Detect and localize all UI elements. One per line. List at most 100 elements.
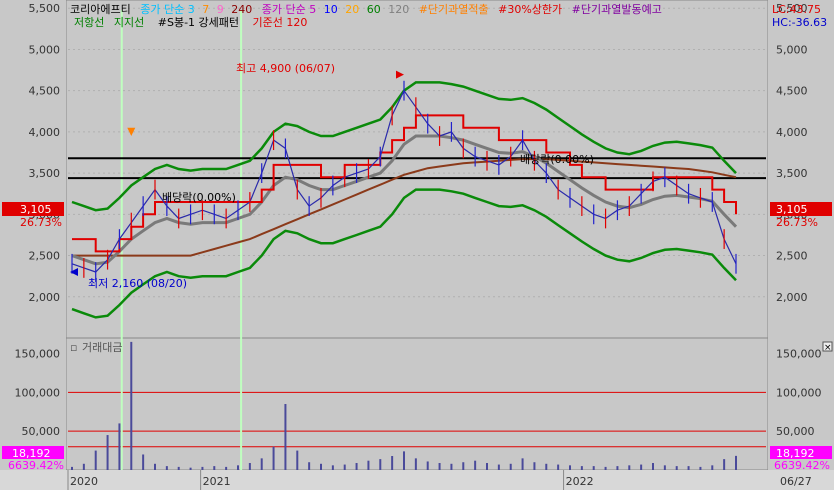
volume-bar bbox=[545, 463, 548, 470]
volume-bar bbox=[391, 456, 394, 470]
volume-bar bbox=[367, 460, 370, 470]
volume-bar bbox=[438, 463, 441, 470]
close-icon[interactable]: × bbox=[824, 343, 832, 353]
volume-bar bbox=[355, 463, 358, 470]
volume-tick-label-right: 50,000 bbox=[776, 425, 815, 438]
volume-tick-label-left: 150,000 bbox=[15, 348, 61, 361]
legend-ma240: 240 bbox=[231, 3, 252, 16]
price-tick-label-right: 4,000 bbox=[776, 126, 808, 139]
price-tick-label-right: 2,000 bbox=[776, 291, 808, 304]
volume-bar bbox=[272, 446, 275, 470]
volume-bar bbox=[616, 466, 619, 470]
volume-bar bbox=[213, 466, 216, 470]
volume-bar bbox=[248, 463, 251, 470]
volume-bar bbox=[106, 435, 109, 470]
dividend-annotation-1: 배당락(0.00%) bbox=[162, 191, 236, 204]
legend-ma9: 9 bbox=[217, 3, 224, 16]
volume-bar bbox=[486, 463, 488, 470]
volume-bar bbox=[663, 465, 666, 470]
legend-pattern: #S봉-1 강세패턴 bbox=[158, 16, 239, 29]
legend-baseline: 기준선 120 bbox=[253, 16, 308, 29]
volume-bar bbox=[509, 463, 512, 470]
price-tick-label-left: 3,500 bbox=[29, 167, 61, 180]
volume-bar bbox=[652, 463, 654, 470]
volume-bar bbox=[675, 466, 678, 470]
volume-bar bbox=[592, 466, 595, 470]
volume-bar bbox=[296, 450, 299, 470]
volume-bar bbox=[569, 465, 571, 470]
right-axis-area bbox=[768, 0, 834, 470]
price-tick-label-right: 5,000 bbox=[776, 43, 808, 56]
x-tick-label: 06/27 bbox=[780, 475, 812, 488]
price-tick-label-left: 5,500 bbox=[29, 2, 61, 15]
low-annotation: 최저 2,160 (08/20) bbox=[88, 277, 187, 290]
volume-title: 거래대금 bbox=[82, 341, 122, 354]
x-tick-label: 2021 bbox=[203, 475, 231, 488]
lc-readout: LC:43.75 bbox=[772, 3, 821, 16]
legend-ma10: 10 bbox=[324, 3, 338, 16]
dividend-annotation-2: 배당락(0.00%) bbox=[520, 153, 594, 166]
volume-tick-label-right: 100,000 bbox=[776, 386, 822, 399]
volume-bar bbox=[331, 465, 334, 470]
volume-badge-left-pct: 6639.42% bbox=[8, 459, 64, 472]
volume-bar bbox=[580, 466, 583, 470]
legend-resistance: 저항선 bbox=[74, 16, 104, 29]
volume-bar bbox=[711, 465, 714, 470]
volume-bar bbox=[462, 462, 465, 470]
volume-bar bbox=[450, 463, 453, 470]
volume-panel bbox=[65, 337, 769, 471]
hc-readout: HC:-36.63 bbox=[772, 16, 827, 29]
volume-bar bbox=[497, 464, 500, 470]
price-tick-label-left: 2,500 bbox=[29, 250, 61, 263]
volume-bar bbox=[94, 450, 97, 470]
x-axis-strip bbox=[0, 470, 834, 490]
legend-ma3: 종가 단순 3 bbox=[140, 3, 194, 16]
volume-badge-right-pct: 6639.42% bbox=[774, 459, 830, 472]
x-tick-label: 2022 bbox=[566, 475, 594, 488]
volume-bar bbox=[426, 461, 429, 470]
volume-bar bbox=[284, 404, 287, 470]
volume-bar bbox=[403, 451, 405, 470]
price-tick-label-left: 2,000 bbox=[29, 291, 61, 304]
legend-overheat-detect: #단기과열적출 bbox=[419, 3, 489, 16]
volume-tick-label-left: 100,000 bbox=[15, 386, 61, 399]
price-badge-left-value: 3,105 bbox=[20, 203, 52, 216]
volume-bar bbox=[533, 462, 536, 470]
volume-bar bbox=[414, 458, 417, 470]
volume-bar bbox=[260, 458, 263, 470]
legend-ma5: 종가 단순 5 bbox=[262, 3, 316, 16]
legend-ma120: 120 bbox=[388, 3, 409, 16]
volume-bar bbox=[320, 463, 322, 470]
volume-bar bbox=[723, 459, 726, 470]
legend-overheat-notice: #단기과열발동예고 bbox=[572, 3, 662, 16]
volume-tick-label-left: 50,000 bbox=[22, 425, 61, 438]
price-tick-label-left: 4,500 bbox=[29, 85, 61, 98]
volume-bar bbox=[165, 466, 168, 470]
legend-upper-limit: #30%상한가 bbox=[498, 3, 562, 16]
volume-bar bbox=[201, 466, 204, 470]
price-tick-label-right: 4,500 bbox=[776, 85, 808, 98]
price-tick-label-right: 3,500 bbox=[776, 167, 808, 180]
volume-bar bbox=[521, 458, 524, 470]
volume-bar bbox=[308, 462, 311, 470]
price-tick-label-left: 4,000 bbox=[29, 126, 61, 139]
volume-bar bbox=[225, 466, 228, 470]
volume-bar bbox=[154, 463, 156, 470]
volume-bar bbox=[628, 465, 631, 470]
volume-bar bbox=[189, 467, 192, 470]
legend-title: 코리아에프티 bbox=[70, 3, 131, 16]
legend-support: 지지선 bbox=[114, 16, 144, 29]
volume-bar bbox=[130, 341, 133, 470]
volume-bar bbox=[604, 466, 607, 470]
volume-bar bbox=[82, 463, 85, 470]
x-tick-label: 2020 bbox=[70, 475, 98, 488]
high-annotation: 최고 4,900 (06/07) bbox=[236, 62, 335, 75]
price-tick-label-left: 5,000 bbox=[29, 43, 61, 56]
volume-title-icon: ▫ bbox=[70, 341, 77, 354]
volume-bar bbox=[142, 454, 145, 470]
chart-svg: 5,500 5,5005,000 5,0004,500 4,5004,000 4,000… bbox=[0, 0, 834, 490]
volume-tick-label-right: 150,000 bbox=[776, 348, 822, 361]
price-badge-right-pct: 26.73% bbox=[776, 216, 818, 229]
volume-bar bbox=[343, 464, 346, 470]
volume-bar bbox=[379, 459, 382, 470]
